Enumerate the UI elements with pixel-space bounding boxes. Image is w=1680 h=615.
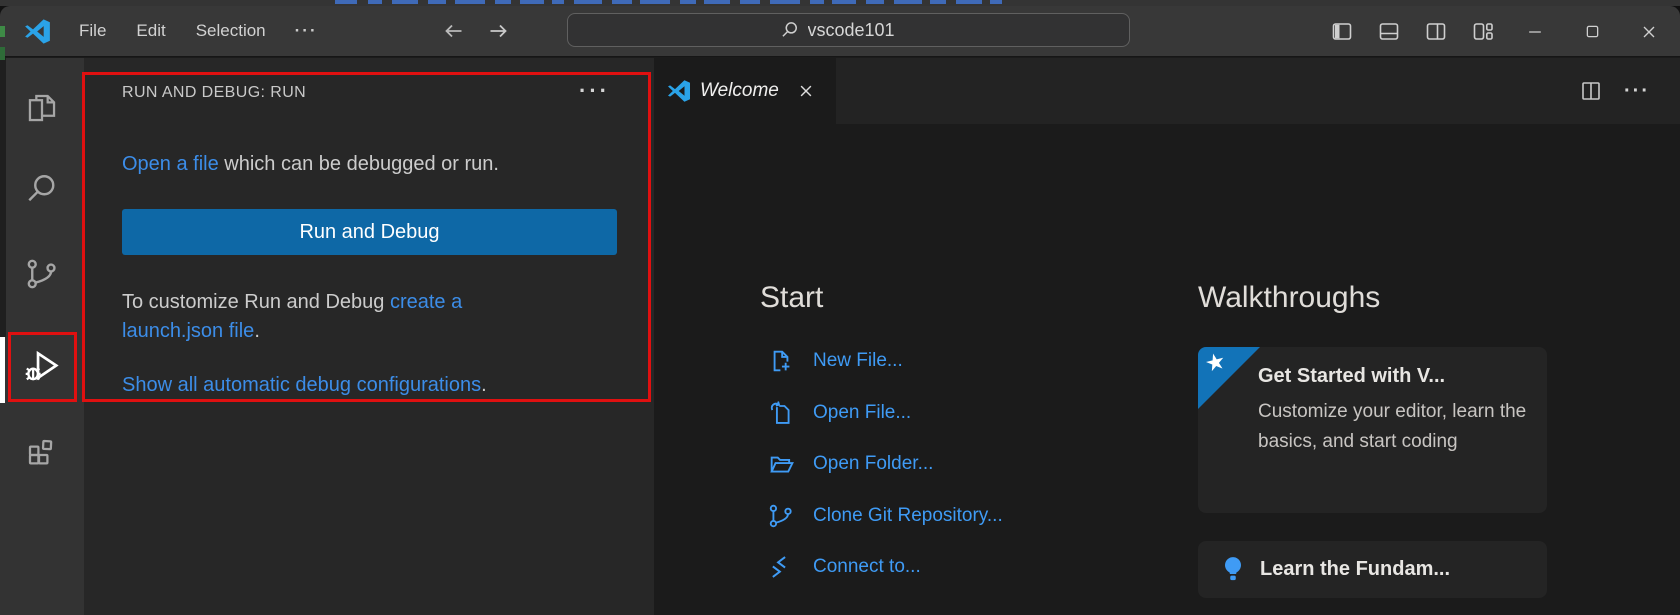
- welcome-page: Start New File...: [654, 124, 1680, 615]
- clone-git-icon: [767, 502, 795, 530]
- views-more-actions-ellipsis-icon[interactable]: ···: [579, 78, 610, 104]
- start-link-label: New File...: [813, 350, 903, 372]
- start-link-label: Clone Git Repository...: [813, 505, 1003, 527]
- editor-actions: ···: [1578, 58, 1650, 124]
- create-launch-json-link[interactable]: create a: [390, 291, 462, 313]
- menu-bar: File Edit Selection ···: [64, 6, 332, 56]
- debug-welcome-text: Open a file which can be debugged or run…: [122, 153, 499, 176]
- workbench: RUN AND DEBUG: RUN ··· Open a file which…: [0, 58, 1680, 615]
- title-bar: File Edit Selection ···: [0, 6, 1680, 57]
- tab-welcome[interactable]: Welcome: [654, 58, 836, 124]
- menu-selection[interactable]: Selection: [181, 6, 281, 56]
- activity-item-run-and-debug[interactable]: [20, 344, 64, 388]
- close-icon: [1639, 22, 1659, 42]
- menu-file[interactable]: File: [64, 6, 121, 56]
- source-control-icon: [24, 256, 60, 292]
- vscode-logo-icon: [24, 18, 51, 45]
- activity-bar-edge: [0, 58, 6, 337]
- go-back-button[interactable]: [438, 16, 468, 46]
- explorer-icon: [25, 91, 59, 125]
- close-window-button[interactable]: [1635, 8, 1663, 55]
- split-editor-button[interactable]: [1578, 78, 1604, 104]
- vscode-window: File Edit Selection ···: [0, 6, 1680, 615]
- show-all-debug-configurations-link[interactable]: Show all automatic debug configurations: [122, 374, 481, 396]
- show-all-configs-text: Show all automatic debug configurations.: [122, 374, 487, 397]
- walkthrough-card-learn-fundamentals[interactable]: Learn the Fundam...: [1198, 541, 1547, 598]
- toggle-primary-sidebar-button[interactable]: [1330, 15, 1354, 48]
- run-and-debug-icon: [23, 347, 61, 385]
- walkthrough-card-title: Learn the Fundam...: [1260, 558, 1450, 581]
- open-file-link[interactable]: Open File...: [767, 396, 911, 430]
- vscode-logo-icon: [667, 79, 691, 103]
- window-controls: [1521, 8, 1663, 55]
- customize-layout-button[interactable]: [1471, 15, 1495, 48]
- create-launch-json-link-line2[interactable]: launch.json file: [122, 320, 254, 342]
- search-icon: [24, 171, 60, 207]
- show-all-post-text: .: [481, 374, 487, 396]
- arrow-right-icon: [485, 19, 512, 43]
- maximize-button[interactable]: [1578, 8, 1606, 55]
- close-tab-button[interactable]: [793, 78, 819, 104]
- open-folder-link[interactable]: Open Folder...: [767, 447, 933, 481]
- walkthrough-card-description: Customize your editor, learn the basics,…: [1258, 397, 1540, 457]
- connect-to-icon: [767, 553, 795, 581]
- run-and-debug-panel: RUN AND DEBUG: RUN ··· Open a file which…: [84, 58, 654, 615]
- search-icon: [780, 20, 800, 40]
- active-view-indicator: [0, 337, 5, 403]
- walkthrough-card-title: Get Started with V...: [1258, 365, 1445, 388]
- vscode-window-screenshot: File Edit Selection ···: [0, 0, 1680, 615]
- command-center-search[interactable]: [567, 13, 1130, 47]
- menu-edit[interactable]: Edit: [121, 6, 180, 56]
- open-folder-icon: [767, 450, 795, 478]
- activity-item-search[interactable]: [20, 167, 64, 211]
- go-forward-button[interactable]: [483, 16, 513, 46]
- toggle-panel-button[interactable]: [1377, 15, 1401, 48]
- layout-controls: [1330, 15, 1495, 48]
- start-link-label: Connect to...: [813, 556, 921, 578]
- split-editor-icon: [1579, 79, 1603, 103]
- minimize-button[interactable]: [1521, 8, 1549, 55]
- customize-pre-text: To customize Run and Debug: [122, 291, 390, 313]
- arrow-left-icon: [440, 19, 467, 43]
- open-file-icon: [767, 399, 795, 427]
- editor-group: Welcome: [654, 58, 1680, 615]
- walkthrough-card-get-started[interactable]: ★ Get Started with V... Customize your e…: [1198, 347, 1547, 513]
- activity-item-explorer[interactable]: [20, 86, 64, 130]
- new-file-icon: [767, 347, 795, 375]
- tab-bar: Welcome: [654, 58, 1680, 124]
- customize-post-text: .: [254, 320, 260, 342]
- sidebar-right-icon: [1424, 19, 1448, 44]
- extensions-icon: [24, 431, 60, 467]
- new-file-link[interactable]: New File...: [767, 344, 903, 378]
- sidebar-left-icon: [1330, 19, 1354, 44]
- start-link-label: Open File...: [813, 402, 911, 424]
- activity-item-extensions[interactable]: [20, 427, 64, 471]
- panel-title: RUN AND DEBUG: RUN: [122, 84, 306, 102]
- background-artifact: [0, 47, 5, 60]
- start-heading: Start: [760, 281, 823, 315]
- close-icon: [797, 82, 815, 100]
- customize-layout-icon: [1471, 19, 1495, 44]
- activity-bar: [0, 58, 84, 615]
- open-file-rest-text: which can be debugged or run.: [219, 153, 499, 175]
- lightbulb-icon: [1218, 554, 1248, 584]
- minimize-icon: [1525, 22, 1545, 42]
- connect-to-link[interactable]: Connect to...: [767, 550, 921, 584]
- search-input[interactable]: [808, 20, 918, 41]
- background-artifact: [0, 26, 5, 37]
- open-a-file-link[interactable]: Open a file: [122, 153, 219, 175]
- editor-more-actions-ellipsis-icon[interactable]: ···: [1624, 78, 1650, 104]
- toggle-secondary-sidebar-button[interactable]: [1424, 15, 1448, 48]
- maximize-icon: [1583, 22, 1602, 41]
- walkthroughs-heading: Walkthroughs: [1198, 281, 1380, 315]
- menu-overflow-ellipsis-icon[interactable]: ···: [281, 6, 332, 56]
- panel-bottom-icon: [1377, 19, 1401, 44]
- activity-item-source-control[interactable]: [20, 252, 64, 296]
- start-link-label: Open Folder...: [813, 453, 933, 475]
- customize-text: To customize Run and Debug create a launc…: [122, 288, 462, 346]
- clone-git-repository-link[interactable]: Clone Git Repository...: [767, 499, 1003, 533]
- run-and-debug-button[interactable]: Run and Debug: [122, 209, 617, 255]
- history-navigation: [438, 16, 513, 46]
- tab-label: Welcome: [700, 80, 779, 102]
